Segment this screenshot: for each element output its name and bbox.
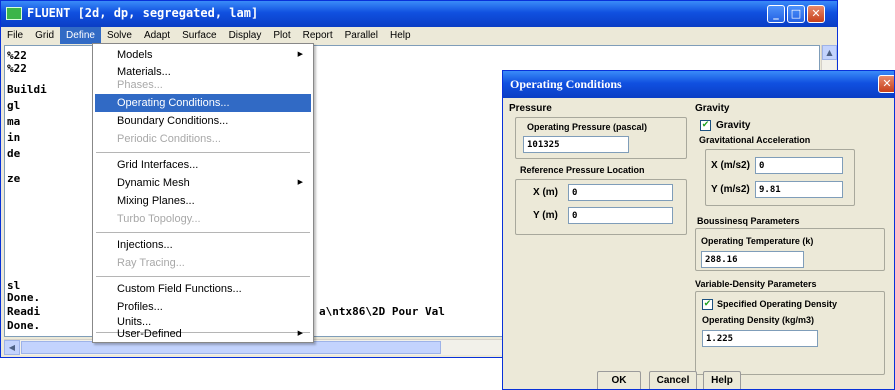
menu-item-label: User-Defined <box>117 328 182 340</box>
gravity-y-input[interactable] <box>755 181 843 198</box>
console-line: Readi <box>7 305 41 318</box>
gravity-heading: Gravity <box>695 103 730 114</box>
ref-x-label: X (m) <box>533 187 558 198</box>
ref-x-input[interactable] <box>568 184 673 201</box>
menu-item-turbo-topology: Turbo Topology... <box>95 210 311 228</box>
menu-item-label: Ray Tracing... <box>117 257 185 269</box>
menu-plot[interactable]: Plot <box>267 27 296 44</box>
menu-item-ray-tracing: Ray Tracing... <box>95 254 311 272</box>
menu-item-phases: Phases... <box>95 76 311 94</box>
menu-item-grid-interfaces[interactable]: Grid Interfaces... <box>95 156 311 174</box>
menu-item-label: Grid Interfaces... <box>117 159 199 171</box>
scroll-up-arrow-icon[interactable]: ▲ <box>822 45 837 60</box>
operating-temperature-input[interactable] <box>701 251 804 268</box>
console-line: de <box>7 147 21 160</box>
console-line: gl <box>7 99 21 112</box>
menu-item-label: Turbo Topology... <box>117 213 201 225</box>
console-line: ma <box>7 115 21 128</box>
console-line: ze <box>7 172 21 185</box>
menu-item-periodic-conditions: Periodic Conditions... <box>95 130 311 148</box>
menu-item-mixing-planes[interactable]: Mixing Planes... <box>95 192 311 210</box>
menu-separator <box>96 276 310 277</box>
minimize-button[interactable]: _ <box>767 5 785 23</box>
maximize-button[interactable]: □ <box>787 5 805 23</box>
menu-item-user-defined[interactable]: User-Defined ▶ <box>95 325 311 343</box>
menu-surface[interactable]: Surface <box>176 27 222 44</box>
console-line: %22 <box>7 62 27 75</box>
menu-item-label: Boundary Conditions... <box>117 115 229 127</box>
menu-item-label: Custom Field Functions... <box>117 283 242 295</box>
ref-y-input[interactable] <box>568 207 673 224</box>
menu-help[interactable]: Help <box>384 27 417 44</box>
menu-item-label: Injections... <box>117 239 173 251</box>
operating-density-label: Operating Density (kg/m3) <box>702 315 815 325</box>
menu-item-label: Operating Conditions... <box>117 97 230 109</box>
console-line-overflow: a\ntx86\2D Pour Val <box>319 305 445 318</box>
dialog-titlebar[interactable]: Operating Conditions ✕ <box>503 71 894 98</box>
operating-pressure-label: Operating Pressure (pascal) <box>527 122 648 132</box>
fluent-app-icon <box>6 7 22 20</box>
gravity-checkbox-label: Gravity <box>716 120 751 131</box>
menu-report[interactable]: Report <box>297 27 339 44</box>
menu-solve[interactable]: Solve <box>101 27 138 44</box>
menu-item-boundary-conditions[interactable]: Boundary Conditions... <box>95 112 311 130</box>
variable-density-heading: Variable-Density Parameters <box>695 279 817 289</box>
menu-display[interactable]: Display <box>223 27 268 44</box>
cancel-button[interactable]: Cancel <box>649 371 697 389</box>
console-line: Done. <box>7 319 41 332</box>
main-titlebar[interactable]: FLUENT [2d, dp, segregated, lam] _ □ ✕ <box>1 1 837 27</box>
menu-item-label: Phases... <box>117 79 163 91</box>
menu-parallel[interactable]: Parallel <box>339 27 384 44</box>
menu-item-label: Dynamic Mesh <box>117 177 190 189</box>
gravity-checkbox[interactable]: ✔ <box>700 120 711 131</box>
submenu-arrow-icon: ▶ <box>297 330 303 337</box>
menu-item-custom-field-functions[interactable]: Custom Field Functions... <box>95 280 311 298</box>
scroll-left-arrow-icon[interactable]: ◀ <box>4 340 20 355</box>
ok-button[interactable]: OK <box>597 371 641 389</box>
menu-separator <box>96 232 310 233</box>
menu-adapt[interactable]: Adapt <box>138 27 176 44</box>
menu-item-models[interactable]: Models ▶ <box>95 46 311 64</box>
menu-item-injections[interactable]: Injections... <box>95 236 311 254</box>
menu-separator <box>96 152 310 153</box>
menu-file[interactable]: File <box>1 27 29 44</box>
ref-y-label: Y (m) <box>533 210 558 221</box>
submenu-arrow-icon: ▶ <box>297 51 303 58</box>
gravity-y-label: Y (m/s2) <box>711 184 750 195</box>
close-button[interactable]: ✕ <box>807 5 825 23</box>
submenu-arrow-icon: ▶ <box>297 179 303 186</box>
operating-conditions-dialog: Operating Conditions ✕ Pressure Operatin… <box>502 70 895 390</box>
define-menu: Models ▶ Materials... Phases... Operating… <box>92 43 314 343</box>
specified-operating-density-label: Specified Operating Density <box>717 299 838 309</box>
operating-density-input[interactable] <box>702 330 818 347</box>
gravity-x-input[interactable] <box>755 157 843 174</box>
operating-pressure-input[interactable] <box>523 136 629 153</box>
help-button[interactable]: Help <box>703 371 741 389</box>
menu-grid[interactable]: Grid <box>29 27 60 44</box>
pressure-heading: Pressure <box>509 103 552 114</box>
gravitational-acceleration-heading: Gravitational Acceleration <box>699 135 811 145</box>
gravity-x-label: X (m/s2) <box>711 160 750 171</box>
console-line: in <box>7 131 21 144</box>
boussinesq-heading: Boussinesq Parameters <box>697 216 800 226</box>
window-title: FLUENT [2d, dp, segregated, lam] <box>27 6 259 20</box>
menubar: File Grid Define Solve Adapt Surface Display Pl… <box>1 27 837 44</box>
console-line: Done. <box>7 291 41 304</box>
console-line: %22 <box>7 49 27 62</box>
operating-temperature-label: Operating Temperature (k) <box>701 236 814 246</box>
specified-operating-density-checkbox[interactable]: ✔ <box>702 299 713 310</box>
menu-item-dynamic-mesh[interactable]: Dynamic Mesh ▶ <box>95 174 311 192</box>
menu-define[interactable]: Define <box>60 27 101 44</box>
reference-pressure-location-heading: Reference Pressure Location <box>520 165 645 175</box>
menu-item-label: Mixing Planes... <box>117 195 195 207</box>
console-line: Buildi <box>7 83 47 96</box>
menu-item-operating-conditions[interactable]: Operating Conditions... <box>95 94 311 112</box>
menu-item-label: Models <box>117 49 153 61</box>
menu-item-label: Profiles... <box>117 301 163 313</box>
dialog-title: Operating Conditions <box>510 77 622 91</box>
dialog-close-button[interactable]: ✕ <box>878 75 894 93</box>
menu-item-label: Periodic Conditions... <box>117 133 221 145</box>
